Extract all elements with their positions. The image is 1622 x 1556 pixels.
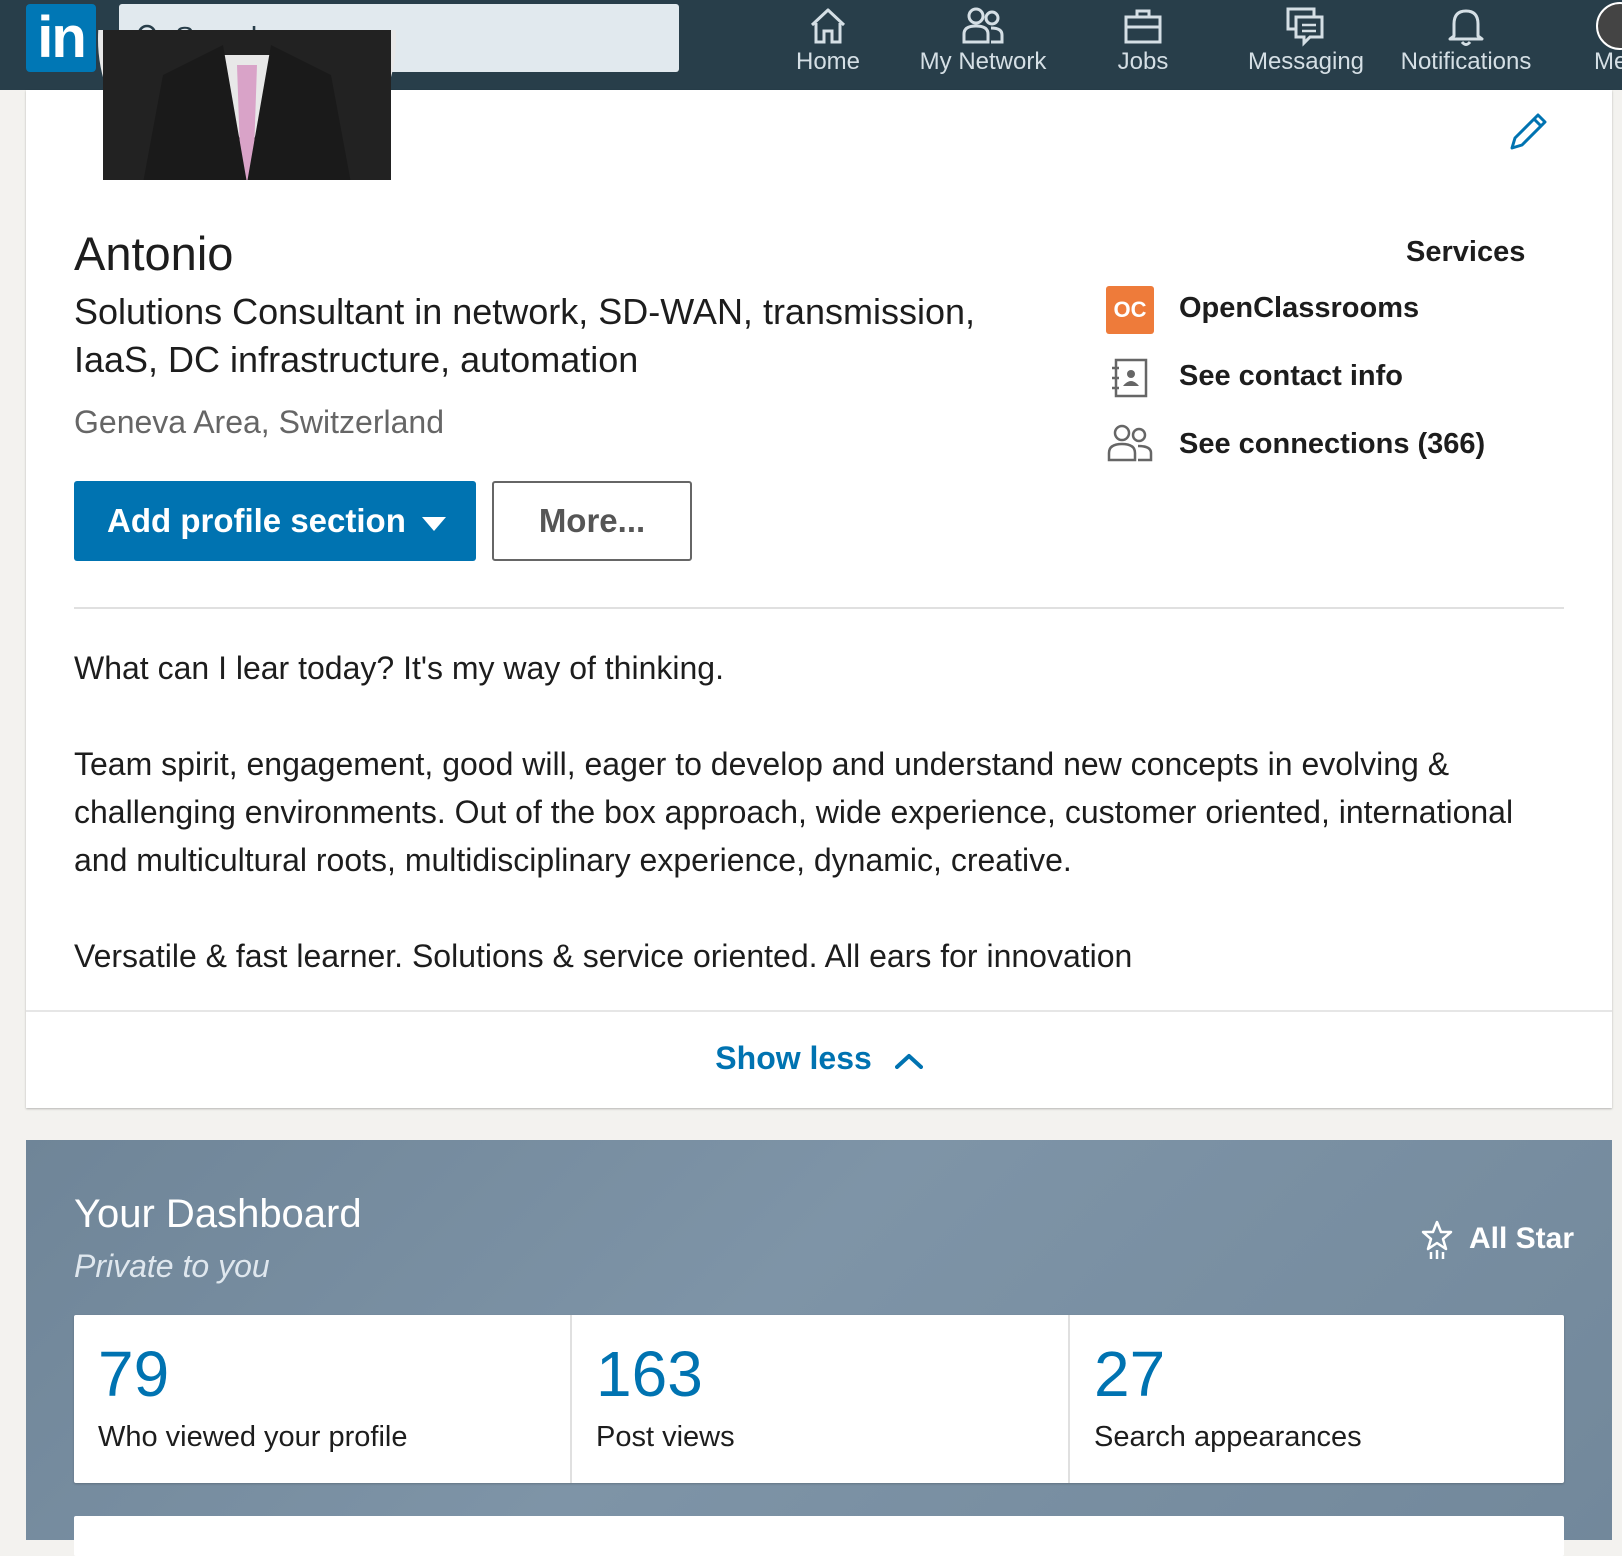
stat-label: Search appearances [1094,1421,1362,1453]
dashboard-panel: Your Dashboard Private to you All Star 7… [26,1140,1612,1556]
avatar [1596,2,1622,50]
profile-card: Antonio Solutions Consultant in network,… [26,30,1612,1108]
chevron-down-icon [422,517,446,531]
nav-my-network[interactable]: My Network [908,0,1058,90]
divider [74,607,1564,609]
summary-paragraph: What can I lear today? It's my way of th… [74,650,724,686]
stat-value: 79 [98,1338,170,1410]
profile-location: Geneva Area, Switzerland [74,404,444,440]
nav-jobs[interactable]: Jobs [1098,0,1188,90]
stat-label: Post views [596,1421,735,1453]
network-icon [962,7,1004,44]
nav-me-label: Me [1594,48,1622,75]
nav-messaging-label: Messaging [1247,48,1365,75]
summary-paragraph: Team spirit, engagement, good will, eage… [74,746,1514,878]
dashboard-next-card [74,1516,1564,1556]
stat-value: 163 [596,1338,703,1410]
more-button[interactable]: More... [492,481,692,561]
messaging-icon [1286,7,1324,47]
dashboard-title: Your Dashboard [74,1192,362,1236]
nav-home[interactable]: Home [778,0,878,90]
profile-photo-art [103,30,391,180]
connections-label: See connections (366) [1179,428,1486,460]
home-icon [810,8,846,44]
bell-icon [1448,9,1484,46]
company-name: OpenClassrooms [1179,292,1420,324]
briefcase-icon [1124,9,1162,44]
nav-home-label: Home [795,48,861,75]
show-less-label: Show less [715,1040,872,1076]
dashboard-subtitle: Private to you [74,1248,270,1284]
stat-label: Who viewed your profile [98,1421,408,1453]
profile-summary: What can I lear today? It's my way of th… [74,644,1574,1028]
stat-profile-views[interactable]: 79 Who viewed your profile [74,1315,570,1483]
services-heading[interactable]: Services [1406,236,1525,269]
stat-search-appearances[interactable]: 27 Search appearances [1068,1315,1566,1483]
add-profile-section-label: Add profile section [107,502,406,539]
all-star-label: All Star [1469,1222,1575,1255]
nav-my-network-label: My Network [919,48,1047,75]
summary-paragraph: Versatile & fast learner. Solutions & se… [74,938,1133,974]
nav-messaging[interactable]: Messaging [1236,0,1376,90]
stat-post-views[interactable]: 163 Post views [570,1315,1068,1483]
nav-me[interactable]: Me [1578,0,1622,90]
show-less-button[interactable]: Show less [26,1040,1612,1077]
stat-value: 27 [1094,1338,1166,1410]
profile-photo[interactable] [98,30,396,180]
openclassrooms-logo: OC [1106,286,1154,334]
profile-headline: Solutions Consultant in network, SD-WAN,… [74,291,976,380]
edit-profile-pencil-icon[interactable] [1506,110,1550,154]
connections-icon [1107,424,1153,462]
nav-jobs-label: Jobs [1117,48,1169,75]
address-book-icon [1112,358,1148,398]
add-profile-section-button[interactable]: Add profile section [74,481,476,561]
nav-notifications-label: Notifications [1400,48,1532,75]
dashboard-stats: 79 Who viewed your profile 163 Post view… [74,1315,1564,1483]
nav-notifications[interactable]: Notifications [1386,0,1546,90]
chevron-up-icon [894,1053,923,1069]
contact-info-label: See contact info [1179,360,1403,392]
divider [26,1010,1612,1012]
profile-photo-wrap [82,30,402,180]
star-icon [1421,1220,1453,1259]
profile-name: Antonio [74,227,234,280]
